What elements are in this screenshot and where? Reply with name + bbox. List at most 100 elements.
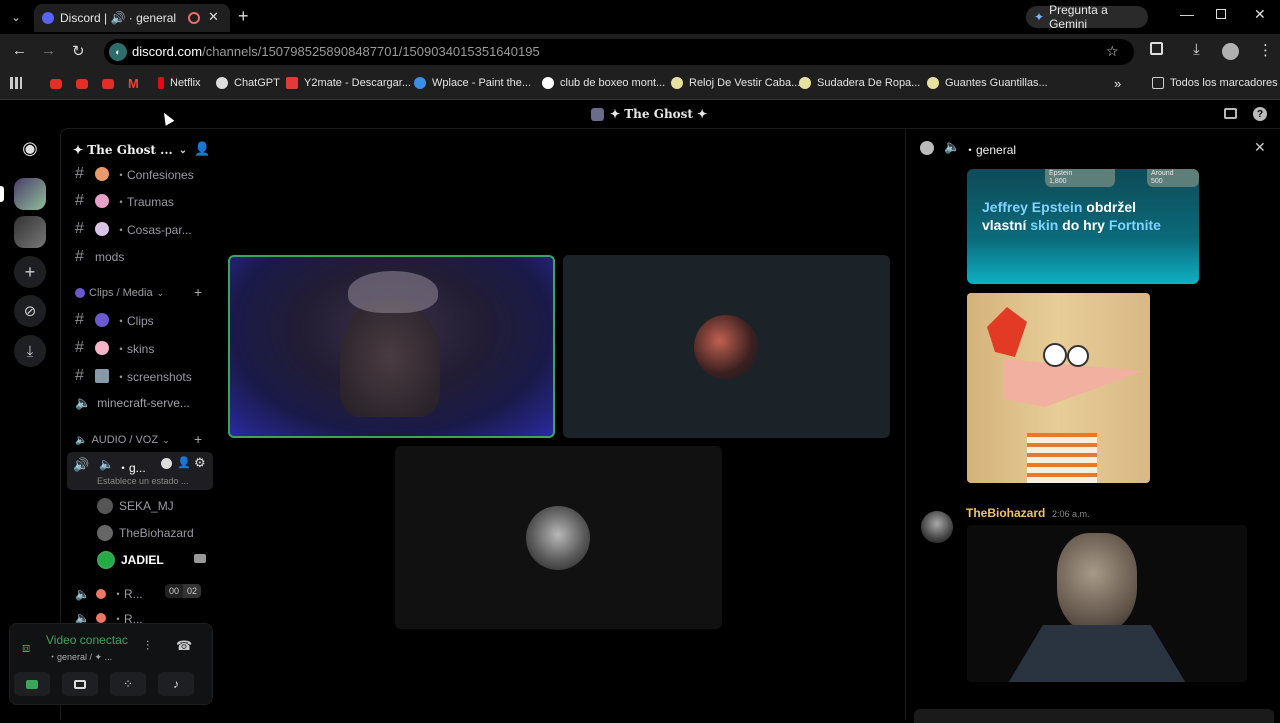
tab-search-chevron-icon[interactable]: ⌄ — [6, 8, 26, 26]
youtube-bookmark-icon[interactable] — [76, 79, 88, 89]
add-channel-icon[interactable]: + — [194, 284, 202, 300]
downloads-icon[interactable]: ⤓ — [1193, 41, 1200, 58]
download-apps-icon[interactable]: ⤓ — [14, 335, 46, 367]
message-input[interactable] — [914, 709, 1274, 723]
minimize-window-icon[interactable]: — — [1180, 6, 1194, 22]
video-call-stage — [220, 128, 905, 720]
soundboard-button[interactable]: ♪ — [158, 672, 194, 696]
message-timestamp: 2:06 a.m. — [1052, 509, 1090, 519]
forward-icon[interactable]: → — [41, 42, 56, 59]
settings-gear-icon[interactable]: ⚙ — [194, 455, 206, 471]
video-tile-avatar-2[interactable] — [395, 446, 722, 629]
voice-channel-extra-2[interactable]: 🔈 ・R... — [75, 613, 143, 623]
back-icon[interactable]: ← — [12, 42, 27, 59]
bookmark-label: club de boxeo mont... — [560, 77, 666, 89]
all-bookmarks[interactable]: Todos los marcadores — [1152, 77, 1278, 89]
participant-avatar — [694, 315, 758, 379]
discover-compass-icon[interactable]: ⊘ — [14, 295, 46, 327]
bookmark-chatgpt[interactable]: ChatGPT — [216, 77, 280, 89]
add-server-icon[interactable]: + — [14, 256, 46, 288]
channel-label: ・skins — [115, 341, 155, 356]
youtube-bookmark-icon[interactable] — [50, 79, 62, 89]
channel-screenshots[interactable]: # ・screenshots — [75, 367, 192, 385]
bookmark-star-icon[interactable]: ☆ — [1106, 43, 1119, 60]
meme-badge-sub: 500 — [1151, 178, 1163, 185]
category-audio[interactable]: 🔈 AUDIO / VOZ ⌄ — [75, 434, 170, 446]
channel-skins[interactable]: # ・skins — [75, 339, 154, 357]
open-chat-icon[interactable] — [161, 458, 172, 469]
site-info-icon[interactable]: ◐ — [109, 43, 127, 61]
gmail-bookmark-icon[interactable]: M — [128, 76, 139, 91]
channel-clips[interactable]: # ・Clips — [75, 311, 154, 329]
channel-traumas[interactable]: # ・Traumas — [75, 192, 174, 210]
noise-suppression-icon[interactable]: ⫶ — [146, 638, 149, 654]
invite-people-icon[interactable]: 👤 — [194, 141, 210, 157]
inbox-icon[interactable] — [1224, 108, 1237, 119]
close-window-icon[interactable]: ✕ — [1254, 6, 1266, 23]
bookmark-boxeo[interactable]: club de boxeo mont... — [542, 77, 665, 89]
server-the-ghost-icon[interactable] — [14, 178, 46, 210]
bookmark-reloj[interactable]: Reloj De Vestir Caba... — [671, 77, 800, 89]
meme-image-gman[interactable] — [967, 525, 1247, 682]
category-clips[interactable]: Clips / Media ⌄ — [75, 287, 164, 299]
rocket-icon — [95, 613, 106, 623]
meme-image-phineas[interactable] — [967, 293, 1150, 483]
channel-label: minecraft-serve... — [97, 396, 190, 410]
voice-user-name: JADIEL — [121, 553, 164, 567]
avatar — [97, 525, 113, 541]
screen-share-button[interactable] — [62, 672, 98, 696]
voice-user-seka[interactable]: SEKA_MJ — [97, 498, 174, 514]
add-channel-icon[interactable]: + — [194, 431, 202, 447]
gemini-button[interactable]: ✦ Pregunta a Gemini — [1026, 3, 1148, 31]
voice-status[interactable]: Video conectac — [46, 633, 136, 647]
message-author[interactable]: TheBiohazard — [966, 506, 1045, 520]
discord-home-icon[interactable]: ◉ — [14, 132, 46, 164]
help-icon[interactable]: ? — [1253, 107, 1267, 121]
activities-button[interactable]: ⁘ — [110, 672, 146, 696]
message-avatar[interactable] — [921, 511, 953, 543]
signal-icon[interactable]: ⧈ — [22, 640, 30, 656]
profile-avatar[interactable] — [1222, 43, 1239, 60]
bookmark-label: ChatGPT — [234, 77, 280, 89]
browser-tab-active[interactable]: Discord | 🔊 · general | ✦ Th ✕ — [34, 4, 230, 32]
disconnect-icon[interactable]: ☎ — [176, 638, 192, 654]
reload-icon[interactable]: ↻ — [72, 42, 85, 60]
server-header[interactable]: ✦ The Ghost ... ⌄ — [73, 141, 213, 159]
bookmark-y2mate[interactable]: Y2mate - Descargar... — [286, 77, 411, 89]
apps-grid-icon[interactable] — [10, 77, 22, 89]
channel-mods[interactable]: # mods — [75, 248, 124, 266]
voice-channel-extra-1[interactable]: 🔈 ・R... — [75, 585, 143, 602]
google-icon — [542, 77, 554, 89]
voice-user-biohazard[interactable]: TheBiohazard — [97, 525, 194, 541]
youtube-bookmark-icon[interactable] — [102, 79, 114, 89]
address-bar[interactable]: ◐ discord.com/channels/15079852589084877… — [104, 39, 1134, 65]
voice-user-jadiel[interactable]: JADIEL — [97, 551, 164, 569]
invite-icon[interactable]: 👤 — [177, 456, 191, 469]
more-bookmarks-icon[interactable]: » — [1114, 76, 1121, 91]
video-tile-avatar-1[interactable] — [563, 255, 890, 438]
channel-confesiones[interactable]: # ・Confesiones — [75, 165, 194, 183]
bookmark-guantes[interactable]: Guantes Guantillas... — [927, 77, 1048, 89]
voice-location[interactable]: ・general / ✦ ... — [48, 650, 112, 663]
channel-label: ・R... — [111, 587, 143, 601]
new-tab-button[interactable]: + — [238, 6, 249, 27]
browser-menu-icon[interactable]: ⋮ — [1258, 41, 1273, 59]
server-two-icon[interactable] — [14, 216, 46, 248]
voice-channel-minecraft[interactable]: 🔈 minecraft-serve... — [75, 395, 190, 411]
restore-window-icon[interactable] — [1216, 9, 1226, 19]
bookmark-sudadera[interactable]: Sudadera De Ropa... — [799, 77, 920, 89]
meme-image-fortnite[interactable]: Epstein 1,800 Around 500 Jeffrey Epstein… — [967, 169, 1199, 284]
channel-cosas[interactable]: # ・Cosas-par... — [75, 220, 192, 238]
bookmark-netflix[interactable]: Netflix — [158, 77, 201, 89]
active-voice-channel[interactable]: 🔊 🔈 ・g... 👤 ⚙ Establece un estado ... — [67, 452, 213, 490]
status-hint[interactable]: Establece un estado ... — [97, 476, 189, 486]
meme-badge-title: Epstein — [1049, 170, 1073, 177]
chat-channel-name: ・general — [964, 143, 1017, 157]
bookmark-wplace[interactable]: Wplace - Paint the... — [414, 77, 531, 89]
close-tab-icon[interactable]: ✕ — [208, 9, 219, 25]
extensions-icon[interactable] — [1150, 42, 1163, 55]
video-tile-camera[interactable] — [228, 255, 555, 438]
camera-button[interactable] — [14, 672, 50, 696]
close-chat-icon[interactable]: ✕ — [1254, 139, 1266, 156]
meme-text: vlastní — [982, 217, 1031, 233]
